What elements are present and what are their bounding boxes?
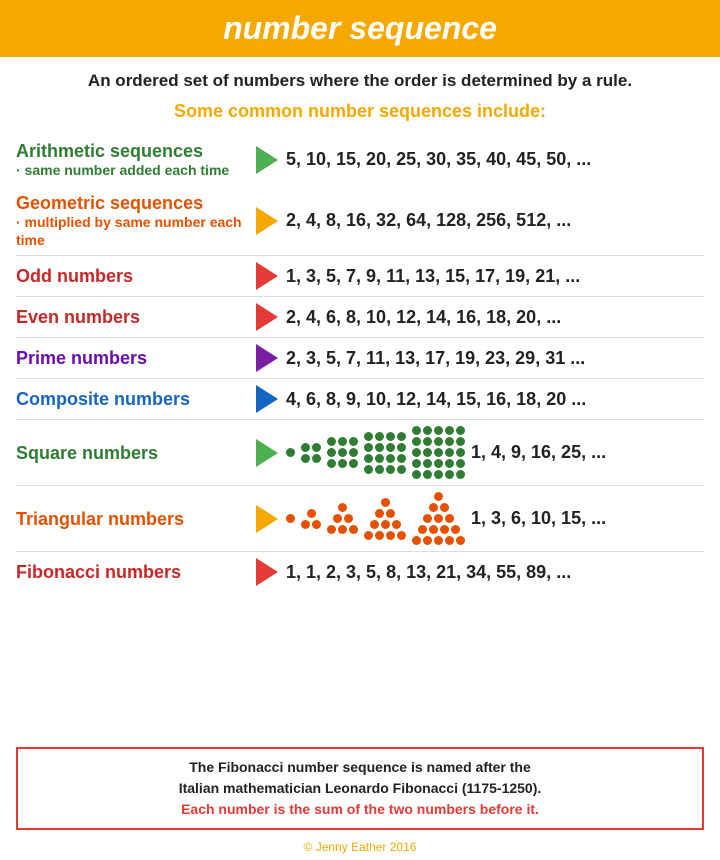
sq-dot-9 xyxy=(327,437,358,468)
composite-sequence: 4, 6, 8, 9, 10, 12, 14, 15, 16, 18, 20 .… xyxy=(286,389,704,410)
page-title: number sequence xyxy=(20,10,700,47)
even-sequence: 2, 4, 6, 8, 10, 12, 14, 16, 18, 20, ... xyxy=(286,307,704,328)
sq-dot-4 xyxy=(301,443,321,463)
copyright: © Jenny Eather 2016 xyxy=(0,836,720,860)
arithmetic-sequence: 5, 10, 15, 20, 25, 30, 35, 40, 45, 50, .… xyxy=(286,149,704,170)
tri-dot-15 xyxy=(412,492,465,545)
square-dots: 1, 4, 9, 16, 25, ... xyxy=(286,426,704,479)
sq-dot-1 xyxy=(286,448,295,457)
prime-arrow xyxy=(256,344,278,372)
triangular-label: Triangular numbers xyxy=(16,508,256,531)
page-header: number sequence xyxy=(0,0,720,57)
sq-dot-25 xyxy=(412,426,465,479)
geometric-sequence: 2, 4, 8, 16, 32, 64, 128, 256, 512, ... xyxy=(286,210,704,231)
prime-label: Prime numbers xyxy=(16,347,256,370)
list-item: Even numbers 2, 4, 6, 8, 10, 12, 14, 16,… xyxy=(16,296,704,337)
geometric-label: Geometric sequences · multiplied by same… xyxy=(16,192,256,250)
content-area: Arithmetic sequences · same number added… xyxy=(0,130,720,739)
list-item: Fibonacci numbers 1, 1, 2, 3, 5, 8, 13, … xyxy=(16,551,704,592)
list-item: Geometric sequences · multiplied by same… xyxy=(16,186,704,256)
common-label: Some common number sequences include: xyxy=(0,97,720,130)
odd-arrow xyxy=(256,262,278,290)
square-sequence: 1, 4, 9, 16, 25, ... xyxy=(471,442,704,463)
square-arrow xyxy=(256,439,278,467)
fibonacci-sequence: 1, 1, 2, 3, 5, 8, 13, 21, 34, 55, 89, ..… xyxy=(286,562,704,583)
tri-dot-1 xyxy=(286,514,295,523)
tri-dot-10 xyxy=(364,498,406,540)
fibonacci-label: Fibonacci numbers xyxy=(16,561,256,584)
square-label: Square numbers xyxy=(16,442,256,465)
subtitle: An ordered set of numbers where the orde… xyxy=(0,57,720,97)
arithmetic-label: Arithmetic sequences · same number added… xyxy=(16,140,256,180)
list-item: Composite numbers 4, 6, 8, 9, 10, 12, 14… xyxy=(16,378,704,419)
list-item: Triangular numbers xyxy=(16,485,704,551)
even-arrow xyxy=(256,303,278,331)
geometric-arrow xyxy=(256,207,278,235)
tri-dot-6 xyxy=(327,503,358,534)
footer-box: The Fibonacci number sequence is named a… xyxy=(16,747,704,830)
footer-line1: The Fibonacci number sequence is named a… xyxy=(34,757,686,820)
list-item: Square numbers xyxy=(16,419,704,485)
prime-sequence: 2, 3, 5, 7, 11, 13, 17, 19, 23, 29, 31 .… xyxy=(286,348,704,369)
composite-arrow xyxy=(256,385,278,413)
even-label: Even numbers xyxy=(16,306,256,329)
tri-dot-3 xyxy=(301,509,321,529)
composite-label: Composite numbers xyxy=(16,388,256,411)
triangular-arrow xyxy=(256,505,278,533)
fibonacci-arrow xyxy=(256,558,278,586)
sq-dot-16 xyxy=(364,432,406,474)
list-item: Prime numbers 2, 3, 5, 7, 11, 13, 17, 19… xyxy=(16,337,704,378)
footer-line3: Each number is the sum of the two number… xyxy=(181,801,539,817)
list-item: Arithmetic sequences · same number added… xyxy=(16,134,704,186)
triangular-sequence: 1, 3, 6, 10, 15, ... xyxy=(471,508,704,529)
odd-label: Odd numbers xyxy=(16,265,256,288)
arithmetic-arrow xyxy=(256,146,278,174)
triangular-dots: 1, 3, 6, 10, 15, ... xyxy=(286,492,704,545)
list-item: Odd numbers 1, 3, 5, 7, 9, 11, 13, 15, 1… xyxy=(16,255,704,296)
odd-sequence: 1, 3, 5, 7, 9, 11, 13, 15, 17, 19, 21, .… xyxy=(286,266,704,287)
